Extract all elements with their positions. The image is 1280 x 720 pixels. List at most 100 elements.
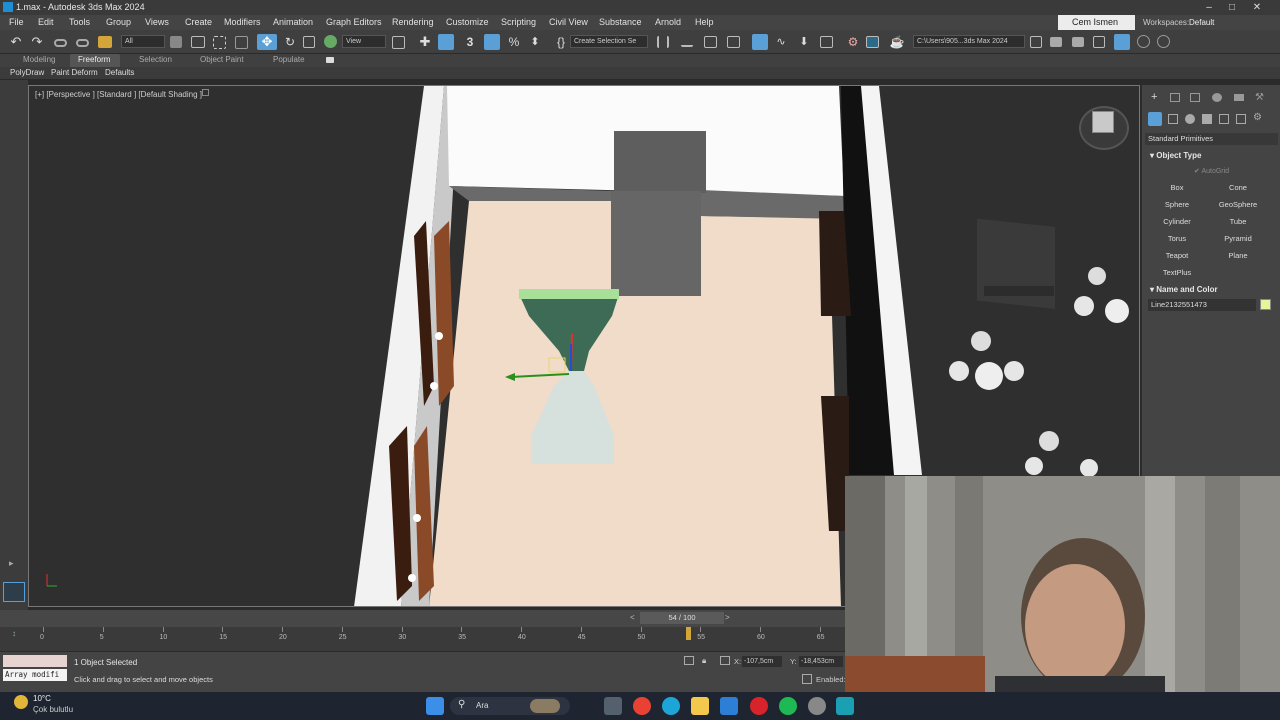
chrome-icon[interactable] <box>633 697 651 715</box>
create-tab-icon[interactable]: + <box>1151 91 1157 103</box>
user-account[interactable]: Cem Ismen <box>1058 15 1135 30</box>
select-manipulate-icon[interactable]: ✚ <box>417 34 433 50</box>
menu-group[interactable]: Group <box>106 17 131 27</box>
rotate-icon[interactable]: ↻ <box>282 34 298 50</box>
adaptive-degradation-icon[interactable] <box>802 674 812 684</box>
redo-icon[interactable]: ↷ <box>29 34 45 50</box>
spacewarps-category-icon[interactable] <box>1236 114 1246 124</box>
mirror-icon[interactable] <box>657 36 669 48</box>
tab-object-paint[interactable]: Object Paint <box>200 55 244 64</box>
box-button[interactable]: Box <box>1149 181 1205 195</box>
layer-explorer-icon[interactable] <box>727 36 740 48</box>
menu-civil-view[interactable]: Civil View <box>549 17 588 27</box>
weather-desc[interactable]: Çok bulutlu <box>33 705 73 714</box>
tab-freeform[interactable]: Freeform <box>78 55 110 64</box>
subtab-defaults[interactable]: Defaults <box>105 68 134 77</box>
select-by-name-icon[interactable] <box>191 36 205 48</box>
cylinder-button[interactable]: Cylinder <box>1149 215 1205 229</box>
weather-icon[interactable] <box>14 695 28 709</box>
viewport-layout-tab-icon[interactable] <box>3 582 25 602</box>
primitive-type-dropdown[interactable]: Standard Primitives <box>1145 133 1278 145</box>
next-frame-icon[interactable]: > <box>725 613 730 622</box>
object-color-swatch[interactable] <box>1260 299 1271 310</box>
utilities-tab-icon[interactable]: ⚒ <box>1255 92 1264 103</box>
prev-frame-icon[interactable]: < <box>630 613 635 622</box>
shapes-category-icon[interactable] <box>1168 114 1178 124</box>
outlook-icon[interactable] <box>720 697 738 715</box>
tube-button[interactable]: Tube <box>1210 215 1266 229</box>
named-selection-dropdown[interactable]: Create Selection Se <box>570 35 648 48</box>
object-type-rollout[interactable]: ▾ Object Type <box>1150 151 1201 160</box>
teapot-button[interactable]: Teapot <box>1149 249 1205 263</box>
selection-filter-dropdown[interactable]: All <box>121 35 165 48</box>
y-coordinate-field[interactable]: -18,453cm <box>799 656 843 667</box>
menu-animation[interactable]: Animation <box>273 17 313 27</box>
menu-modifiers[interactable]: Modifiers <box>224 17 261 27</box>
menu-help[interactable]: Help <box>695 17 714 27</box>
command-panel-toggle-icon[interactable] <box>1114 34 1130 50</box>
snaps-toggle-icon[interactable]: 3 <box>462 34 478 50</box>
menu-views[interactable]: Views <box>145 17 169 27</box>
select-move-icon[interactable]: ✥ <box>257 34 277 50</box>
align-icon[interactable] <box>681 35 693 47</box>
taskbar-search[interactable]: ⚲ Ara <box>450 697 570 715</box>
torus-button[interactable]: Torus <box>1149 232 1205 246</box>
menu-scripting[interactable]: Scripting <box>501 17 536 27</box>
file-explorer-icon[interactable] <box>691 697 709 715</box>
timeline-track[interactable]: ↕ 0 5 10 15 20 25 30 35 40 45 50 55 60 65 <box>0 627 850 651</box>
scene-explorer-icon[interactable] <box>704 36 717 48</box>
maximize-button[interactable]: □ <box>1221 0 1243 15</box>
viewcube-face[interactable] <box>1092 111 1114 133</box>
frame-counter[interactable]: 54 / 100 <box>640 612 724 624</box>
schematic-view-icon[interactable]: ⬇ <box>796 34 812 50</box>
helpers-category-icon[interactable] <box>1219 114 1229 124</box>
autodesk-assistant-icon[interactable] <box>1137 35 1150 48</box>
maxscript-listener-box[interactable] <box>3 655 67 667</box>
start-icon[interactable] <box>426 697 444 715</box>
name-color-rollout[interactable]: ▾ Name and Color <box>1150 285 1218 294</box>
weather-temp[interactable]: 10°C <box>33 694 51 703</box>
opera-icon[interactable] <box>750 697 768 715</box>
subtab-polydraw[interactable]: PolyDraw <box>10 68 44 77</box>
tab-modeling[interactable]: Modeling <box>23 55 55 64</box>
menu-file[interactable]: File <box>9 17 24 27</box>
save-project-icon[interactable] <box>1072 37 1084 47</box>
edit-named-selection-icon[interactable]: {} <box>553 34 569 50</box>
reference-coordinate-dropdown[interactable]: View <box>342 35 386 48</box>
display-tab-icon[interactable] <box>1234 94 1244 101</box>
project-path-field[interactable]: C:\Users\905...3ds Max 2024 <box>913 35 1025 48</box>
isolate-selection-icon[interactable] <box>684 656 694 665</box>
cameras-category-icon[interactable] <box>1202 114 1212 124</box>
settings-icon[interactable] <box>808 697 826 715</box>
menu-tools[interactable]: Tools <box>69 17 90 27</box>
select-object-icon[interactable] <box>170 36 182 48</box>
viewport-layout-icon[interactable] <box>1093 36 1105 48</box>
object-name-field[interactable]: Line2132551473 <box>1148 299 1256 311</box>
render-setup-icon[interactable]: ⚙ <box>845 34 861 50</box>
hierarchy-tab-icon[interactable] <box>1190 93 1200 102</box>
geometry-category-icon[interactable] <box>1148 112 1162 126</box>
material-editor-icon[interactable] <box>820 36 833 48</box>
keyboard-shortcut-toggle-icon[interactable] <box>438 34 454 50</box>
lights-category-icon[interactable] <box>1185 114 1195 124</box>
cone-button[interactable]: Cone <box>1210 181 1266 195</box>
undo-icon[interactable]: ↶ <box>8 34 24 50</box>
absolute-mode-icon[interactable] <box>720 656 730 665</box>
spotify-icon[interactable] <box>779 697 797 715</box>
menu-edit[interactable]: Edit <box>38 17 54 27</box>
selection-lock-icon[interactable]: 🔒︎ <box>702 656 706 666</box>
geosphere-button[interactable]: GeoSphere <box>1210 198 1266 212</box>
unlink-icon[interactable] <box>76 39 89 47</box>
modify-tab-icon[interactable] <box>1170 93 1180 102</box>
systems-category-icon[interactable]: ⚙ <box>1253 112 1262 123</box>
rect-selection-icon[interactable] <box>213 36 226 49</box>
close-button[interactable]: ✕ <box>1246 0 1268 15</box>
textplus-button[interactable]: TextPlus <box>1149 266 1205 280</box>
tab-populate[interactable]: Populate <box>273 55 305 64</box>
menu-customize[interactable]: Customize <box>446 17 489 27</box>
x-coordinate-field[interactable]: -107,5cm <box>742 656 782 667</box>
window-crossing-icon[interactable] <box>235 36 248 49</box>
menu-arnold[interactable]: Arnold <box>655 17 681 27</box>
expand-arrow-icon[interactable]: ▸ <box>9 558 14 569</box>
toggle-ribbon-icon[interactable] <box>752 34 768 50</box>
